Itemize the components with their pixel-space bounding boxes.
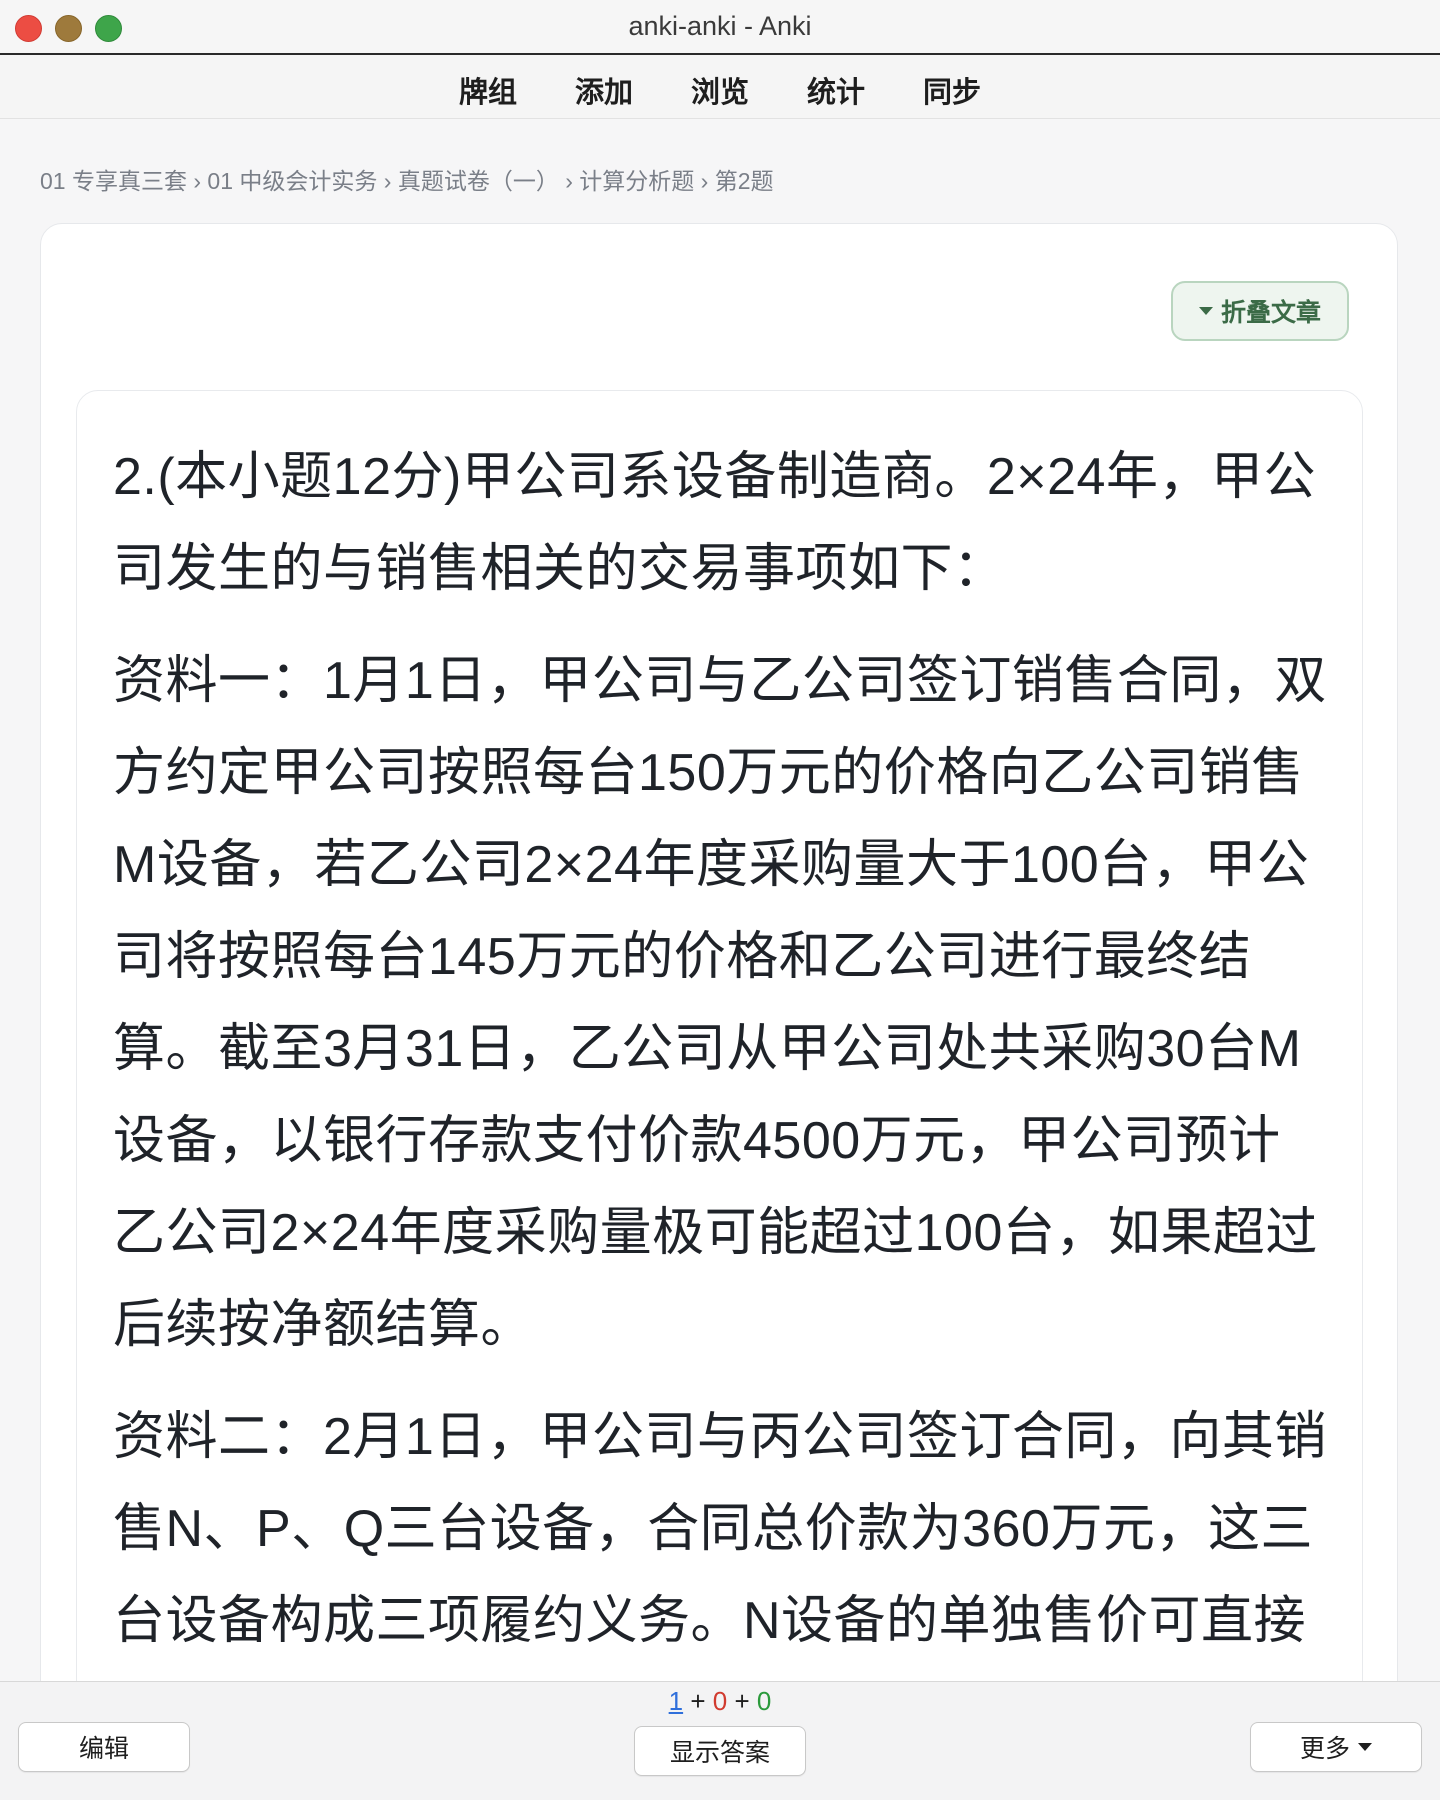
learn-count: 0 [712, 1686, 728, 1716]
count-plus: + [690, 1686, 706, 1716]
toolbar-stats[interactable]: 统计 [778, 65, 894, 115]
more-label: 更多 [1299, 1735, 1350, 1763]
card-container: 折叠文章 2.(本小题12分)甲公司系设备制造商。2×24年，甲公司发生的与销售… [40, 223, 1398, 1800]
fold-article-label: 折叠文章 [1220, 299, 1321, 327]
toolbar-sync[interactable]: 同步 [894, 65, 1010, 115]
due-counts: 1 + 0 + 0 [0, 1686, 1440, 1717]
question-card: 2.(本小题12分)甲公司系设备制造商。2×24年，甲公司发生的与销售相关的交易… [76, 390, 1363, 1800]
toolbar-browse[interactable]: 浏览 [662, 65, 778, 115]
anki-window: anki-anki - Anki 牌组 添加 浏览 统计 同步 01 专享真三套… [0, 0, 1440, 1800]
caret-down-icon [1198, 307, 1213, 315]
main-toolbar: 牌组 添加 浏览 统计 同步 [0, 55, 1440, 119]
window-title: anki-anki - Anki [628, 11, 812, 41]
show-answer-button[interactable]: 显示答案 [634, 1726, 806, 1776]
question-paragraph: 2.(本小题12分)甲公司系设备制造商。2×24年，甲公司发生的与销售相关的交易… [113, 448, 1316, 598]
question-content: 2.(本小题12分)甲公司系设备制造商。2×24年，甲公司发生的与销售相关的交易… [113, 431, 1328, 1687]
fold-article-button[interactable]: 折叠文章 [1171, 281, 1349, 341]
new-count: 1 [668, 1686, 684, 1716]
count-plus: + [734, 1686, 750, 1716]
question-paragraph: 资料二：2月1日，甲公司与丙公司签订合同，向其销售N、P、Q三台设备，合同总价款… [113, 1408, 1327, 1650]
title-bar: anki-anki - Anki [0, 0, 1440, 55]
toolbar-decks[interactable]: 牌组 [430, 65, 546, 115]
toolbar-add[interactable]: 添加 [546, 65, 662, 115]
edit-button[interactable]: 编辑 [18, 1722, 190, 1772]
chevron-down-icon [1358, 1743, 1372, 1751]
breadcrumb: 01 专享真三套 › 01 中级会计实务 › 真题试卷（一） › 计算分析题 ›… [40, 168, 774, 194]
more-button[interactable]: 更多 [1250, 1722, 1422, 1772]
review-count: 0 [756, 1686, 772, 1716]
question-paragraph: 资料一：1月1日，甲公司与乙公司签订销售合同，双方约定甲公司按照每台150万元的… [113, 652, 1327, 1354]
review-bottom-bar: 1 + 0 + 0 编辑 显示答案 更多 [0, 1681, 1440, 1800]
